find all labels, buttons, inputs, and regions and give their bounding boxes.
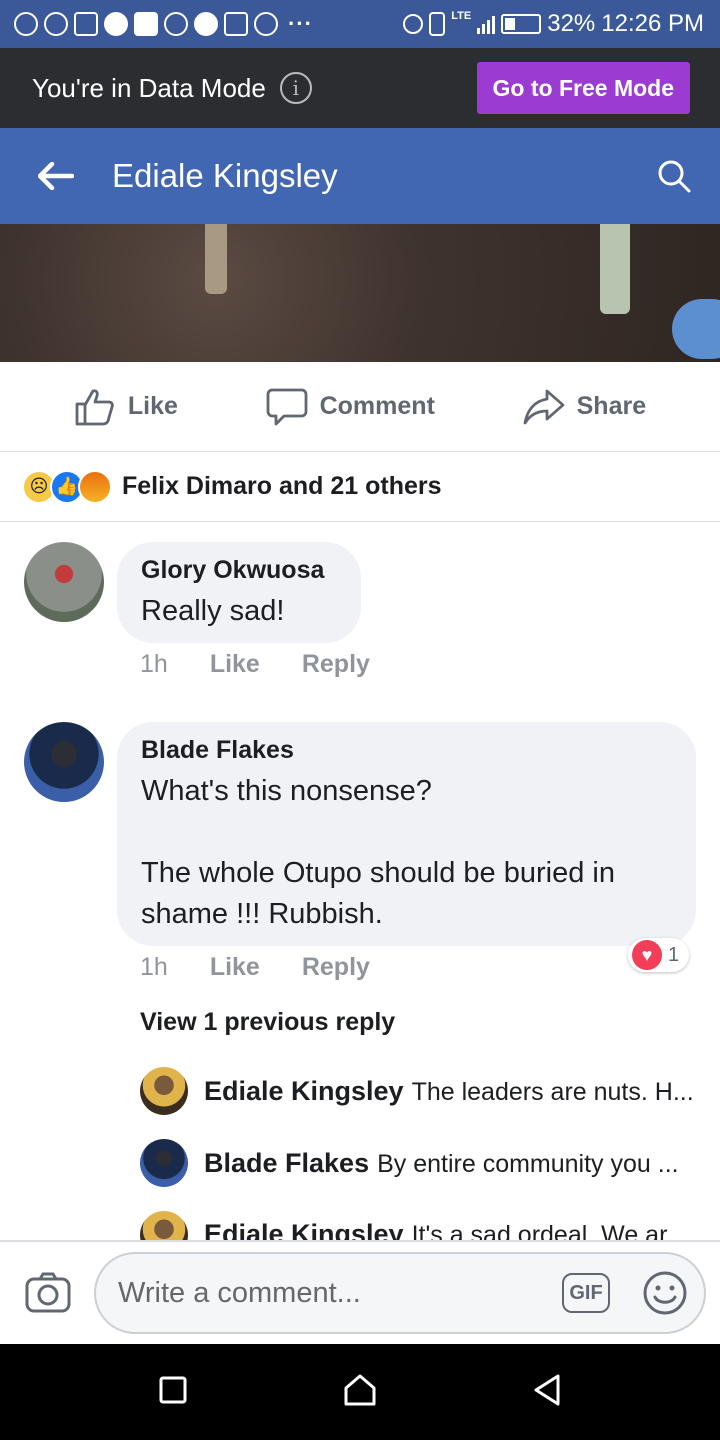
data-mode-label: You're in Data Mode i: [32, 72, 312, 104]
reply-author[interactable]: Ediale Kingsley: [204, 1076, 404, 1106]
chat-icon: [104, 12, 128, 36]
reactions-text: Felix Dimaro and 21 others: [122, 472, 442, 500]
comment-meta: 1h Like Reply: [140, 953, 370, 982]
comment-time: 1h: [140, 650, 168, 678]
notification-icons: ···: [14, 11, 313, 37]
comment-reply-button[interactable]: Reply: [302, 650, 370, 679]
thumbs-up-icon: [75, 388, 114, 425]
comment-author[interactable]: Blade Flakes: [141, 736, 672, 765]
reaction-count: 1: [668, 943, 680, 966]
reply-text: The leaders are nuts. H...: [411, 1077, 694, 1106]
photo-stick-right: [600, 224, 630, 314]
share-button[interactable]: Share: [523, 387, 646, 427]
app-header: Ediale Kingsley: [0, 128, 720, 224]
emoji-icon[interactable]: [642, 1270, 688, 1316]
page-title: Ediale Kingsley: [112, 157, 338, 194]
reaction-badge[interactable]: ♥ 1: [628, 938, 690, 972]
status-bar: ··· LTE 32% 12:26 PM: [0, 0, 720, 48]
whatsapp-icon: [44, 12, 68, 36]
like-label: Like: [127, 392, 178, 420]
share-label: Share: [576, 392, 647, 420]
share-icon: [523, 389, 565, 424]
comment-bubble[interactable]: Blade Flakes What's this nonsense? The w…: [117, 722, 696, 946]
gif-icon[interactable]: GIF: [562, 1273, 610, 1313]
system-icons: LTE 32% 12:26 PM: [403, 10, 704, 38]
comment-button[interactable]: Comment: [266, 387, 435, 427]
reply-author[interactable]: Blade Flakes: [204, 1148, 369, 1178]
network-type: LTE: [451, 10, 472, 22]
comment: Blade Flakes What's this nonsense? The w…: [24, 722, 696, 946]
comment-input[interactable]: [118, 1276, 562, 1310]
reply-line: Ediale Kingsley It's a sad ordeal. We ar.…: [204, 1219, 687, 1240]
reply[interactable]: Blade Flakes By entire community you ...: [140, 1139, 700, 1187]
comment-composer: GIF: [0, 1240, 720, 1344]
comment-text: What's this nonsense? The whole Otupo sh…: [141, 775, 615, 930]
more-notifications-icon: ···: [288, 11, 313, 36]
post-photo[interactable]: [0, 224, 720, 362]
avatar[interactable]: [140, 1139, 188, 1187]
recents-icon[interactable]: [158, 1375, 188, 1410]
signal-icon: [477, 14, 496, 34]
camera-icon[interactable]: [24, 1269, 72, 1317]
headset-icon: [403, 14, 424, 34]
comment-like-button[interactable]: Like: [210, 953, 260, 982]
home-icon[interactable]: [343, 1373, 377, 1412]
shirt-icon: [224, 12, 248, 36]
comment: Glory Okwuosa Really sad!: [24, 542, 361, 643]
post-actions: Like Comment Share: [0, 362, 720, 452]
angry-icon: [78, 469, 112, 504]
info-icon[interactable]: i: [279, 72, 312, 104]
comment-input-box[interactable]: GIF: [94, 1252, 706, 1334]
comment-meta: 1h Like Reply: [140, 650, 370, 679]
shield-icon: [254, 12, 278, 36]
vibrate-icon: [429, 12, 446, 36]
photo-stick-left: [205, 224, 227, 294]
facebook-circle-icon: [194, 12, 218, 36]
avatar[interactable]: [140, 1067, 188, 1115]
free-mode-button[interactable]: Go to Free Mode: [476, 62, 690, 114]
mail-icon: [74, 12, 98, 36]
reply-line: Blade Flakes By entire community you ...: [204, 1148, 679, 1179]
reply-line: Ediale Kingsley The leaders are nuts. H..…: [204, 1076, 694, 1107]
data-mode-text: You're in Data Mode: [32, 72, 266, 103]
clock: 12:26 PM: [601, 10, 704, 37]
facebook-icon: [134, 12, 158, 36]
heart-icon: ♥: [632, 940, 662, 970]
back-arrow-icon[interactable]: [38, 158, 74, 194]
reply-text: It's a sad ordeal. We ar...: [411, 1221, 687, 1240]
avatar[interactable]: [140, 1211, 188, 1240]
photo-blue-object: [672, 299, 720, 359]
reply[interactable]: Ediale Kingsley It's a sad ordeal. We ar.…: [140, 1211, 700, 1240]
comment-label: Comment: [319, 392, 435, 420]
avatar[interactable]: [24, 542, 104, 622]
search-icon[interactable]: [656, 158, 692, 194]
comment-icon: [266, 388, 308, 425]
system-nav-bar: [0, 1344, 720, 1440]
view-previous-replies[interactable]: View 1 previous reply: [140, 1008, 395, 1037]
comment-text: Really sad!: [141, 595, 285, 627]
reply-author[interactable]: Ediale Kingsley: [204, 1219, 404, 1240]
reply[interactable]: Ediale Kingsley The leaders are nuts. H..…: [140, 1067, 700, 1115]
comment-bubble[interactable]: Glory Okwuosa Really sad!: [117, 542, 361, 643]
sync-icon: [164, 12, 188, 36]
data-mode-bar: You're in Data Mode i Go to Free Mode: [0, 48, 720, 128]
battery-percent: 32%: [547, 10, 596, 37]
avatar[interactable]: [24, 722, 104, 802]
reply-text: By entire community you ...: [377, 1149, 679, 1178]
like-button[interactable]: Like: [74, 387, 178, 427]
back-nav-icon[interactable]: [532, 1373, 562, 1412]
comment-author[interactable]: Glory Okwuosa: [141, 556, 337, 585]
comment-reply-button[interactable]: Reply: [302, 953, 370, 982]
comment-time: 1h: [140, 953, 168, 981]
comment-like-button[interactable]: Like: [210, 650, 260, 679]
messenger-icon: [14, 12, 38, 36]
battery-icon: [501, 14, 542, 34]
reactions-summary[interactable]: ☹ 👍 Felix Dimaro and 21 others: [0, 452, 720, 522]
